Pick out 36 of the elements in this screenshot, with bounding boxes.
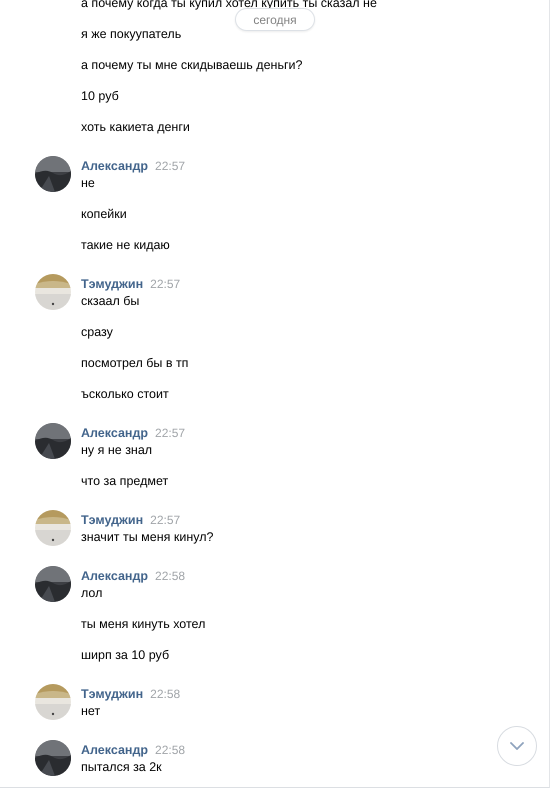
author-name[interactable]: Александр	[81, 568, 148, 585]
message-time: 22:57	[150, 512, 180, 529]
message-text: ъсколько стоит	[81, 386, 170, 403]
message-text: ты меня кинуть хотел	[81, 616, 206, 633]
author-name[interactable]: Тэмуджин	[81, 512, 144, 529]
message-text: значит ты меня кинул?	[81, 529, 214, 546]
author-name[interactable]: Александр	[81, 158, 148, 175]
message-time: 22:57	[155, 158, 186, 175]
message-text: нет	[81, 703, 102, 720]
message-text: посмотрел бы в тп	[81, 355, 188, 372]
message-text: лол	[81, 585, 104, 602]
message-text: пытался за 2к	[81, 759, 163, 776]
message-text: сразу	[81, 324, 114, 341]
author-name[interactable]: Тэмуджин	[81, 686, 144, 703]
message-text: я же покуупатель	[81, 26, 182, 43]
message-text: хоть какиета денги	[81, 119, 191, 136]
message-text: 10 руб	[81, 88, 120, 105]
message-text: такие не кидаю	[81, 237, 171, 254]
message-text: что за предмет	[81, 473, 170, 490]
message-time: 22:58	[150, 686, 180, 703]
message-time: 22:58	[155, 568, 186, 585]
author-name[interactable]: Александр	[81, 742, 148, 759]
message-text: скзаал бы	[81, 293, 140, 310]
message-time: 22:58	[155, 742, 186, 759]
message-text: копейки	[81, 206, 128, 223]
scroll-down-button[interactable]	[497, 726, 537, 766]
message-text: не	[81, 175, 96, 192]
author-name[interactable]: Тэмуджин	[81, 276, 144, 293]
author-name[interactable]: Александр	[81, 425, 148, 442]
date-pill: сегодня	[235, 8, 315, 31]
message-time: 22:57	[155, 425, 186, 442]
message-text: ну я не знал	[81, 442, 154, 459]
message-text: ширп за 10 руб	[81, 647, 170, 664]
chevron-down-icon	[510, 742, 524, 750]
message-text: а почему ты мне скидываешь деньги?	[81, 57, 304, 74]
message-time: 22:57	[150, 276, 180, 293]
